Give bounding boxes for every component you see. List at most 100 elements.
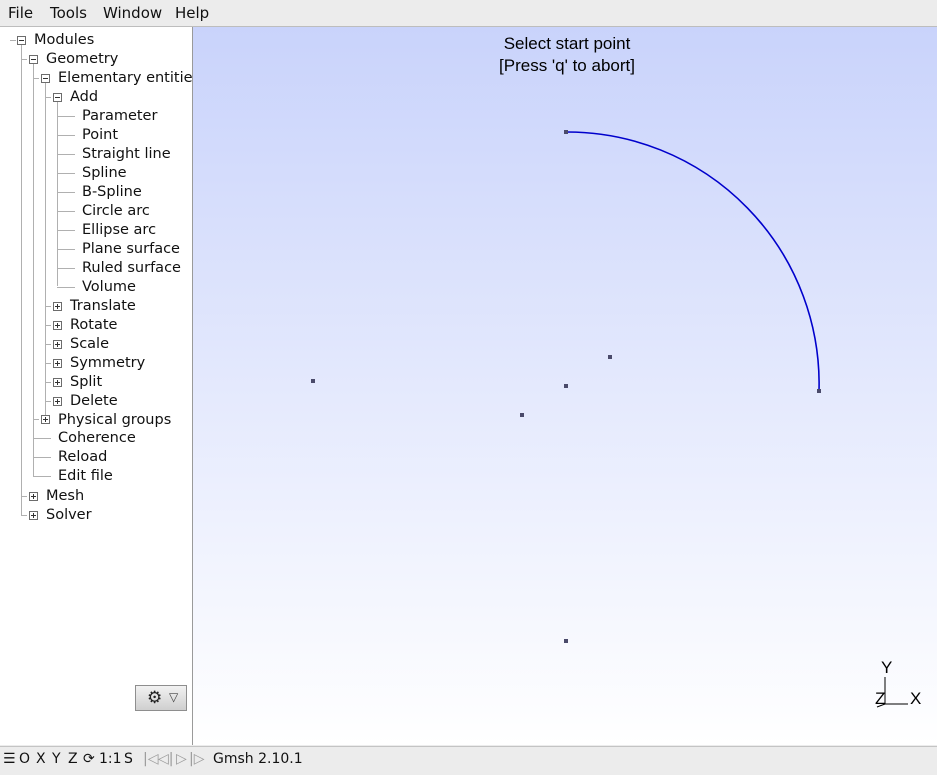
- geometry-point[interactable]: [564, 384, 568, 388]
- tree-line: [45, 344, 51, 345]
- tree-item-rotate[interactable]: Rotate: [70, 316, 117, 334]
- tree-item-mesh[interactable]: Mesh: [46, 487, 84, 505]
- tree-line: [45, 82, 46, 420]
- version-label: Gmsh 2.10.1: [213, 751, 303, 767]
- gear-icon: ⚙: [147, 688, 163, 708]
- geometry-point[interactable]: [311, 379, 315, 383]
- tree-item-circle-arc[interactable]: Circle arc: [82, 202, 150, 220]
- geometry-point[interactable]: [564, 130, 568, 134]
- tree-line: [33, 63, 34, 476]
- collapse-icon[interactable]: [53, 93, 62, 102]
- status-bar: ☰ O X Y Z ⟳ 1:1 S |◁ ◁| ▷ |▷ Gmsh 2.10.1: [0, 746, 937, 775]
- view-z-button[interactable]: Z: [68, 751, 78, 767]
- tree-line: [21, 59, 27, 60]
- menu-help[interactable]: Help: [175, 4, 209, 22]
- expand-icon[interactable]: [41, 415, 50, 424]
- tree-line: [57, 135, 75, 136]
- axis-z-label: Z: [875, 689, 885, 708]
- tree-item-split[interactable]: Split: [70, 373, 102, 391]
- expand-icon[interactable]: [53, 359, 62, 368]
- module-tree: Modules Geometry Elementary entities Add…: [0, 27, 193, 745]
- dropdown-triangle-icon: ▽: [169, 690, 179, 704]
- tree-item-add[interactable]: Add: [70, 88, 98, 106]
- collapse-icon[interactable]: [29, 55, 38, 64]
- tree-item-b-spline[interactable]: B-Spline: [82, 183, 142, 201]
- expand-icon[interactable]: [29, 511, 38, 520]
- view-o-button[interactable]: O: [19, 751, 30, 767]
- next-step-icon[interactable]: |▷: [189, 751, 204, 767]
- tree-line: [45, 97, 51, 98]
- tree-item-geometry[interactable]: Geometry: [46, 50, 118, 68]
- first-step-icon[interactable]: |◁: [143, 751, 158, 767]
- tree-item-delete[interactable]: Delete: [70, 392, 118, 410]
- tree-line: [45, 325, 51, 326]
- play-icon[interactable]: ▷: [176, 751, 187, 767]
- tree-item-straight-line[interactable]: Straight line: [82, 145, 171, 163]
- tree-item-point[interactable]: Point: [82, 126, 118, 144]
- tree-line: [45, 306, 51, 307]
- tree-line: [10, 40, 16, 41]
- circle-arc[interactable]: [565, 131, 820, 392]
- geometry-point[interactable]: [817, 389, 821, 393]
- expand-icon[interactable]: [29, 492, 38, 501]
- menu-tools[interactable]: Tools: [50, 4, 87, 22]
- tree-item-solver[interactable]: Solver: [46, 506, 92, 524]
- tree-item-ruled-surface[interactable]: Ruled surface: [82, 259, 181, 277]
- graphics-window[interactable]: Select start point [Press 'q' to abort] …: [193, 27, 937, 745]
- tree-line: [45, 363, 51, 364]
- tree-item-symmetry[interactable]: Symmetry: [70, 354, 145, 372]
- geometry-canvas[interactable]: Y Z X: [193, 27, 937, 745]
- expand-icon[interactable]: [53, 340, 62, 349]
- previous-step-icon[interactable]: ◁|: [158, 751, 173, 767]
- tree-item-scale[interactable]: Scale: [70, 335, 109, 353]
- tree-line: [21, 44, 22, 515]
- axis-x-label: X: [910, 689, 921, 708]
- tree-item-elementary-entities[interactable]: Elementary entities: [58, 69, 192, 87]
- tree-line: [33, 457, 51, 458]
- hamburger-menu-icon[interactable]: ☰: [3, 751, 16, 767]
- tree-line: [57, 211, 75, 212]
- tree-item-spline[interactable]: Spline: [82, 164, 127, 182]
- collapse-icon[interactable]: [17, 36, 26, 45]
- tree-line: [21, 515, 27, 516]
- geometry-point[interactable]: [608, 355, 612, 359]
- tree-line: [45, 401, 51, 402]
- expand-icon[interactable]: [53, 321, 62, 330]
- tree-item-volume[interactable]: Volume: [82, 278, 136, 296]
- menu-bar: File Tools Window Help: [0, 0, 937, 27]
- geometry-point[interactable]: [564, 639, 568, 643]
- tree-item-parameter[interactable]: Parameter: [82, 107, 157, 125]
- rotate-icon[interactable]: ⟳: [83, 751, 95, 767]
- options-menu-button[interactable]: ⚙ ▽: [135, 685, 187, 711]
- tree-item-translate[interactable]: Translate: [70, 297, 136, 315]
- menu-window[interactable]: Window: [103, 4, 162, 22]
- tree-line: [57, 230, 75, 231]
- tree-line: [57, 101, 58, 286]
- view-x-button[interactable]: X: [36, 751, 46, 767]
- tree-line: [57, 249, 75, 250]
- expand-icon[interactable]: [53, 302, 62, 311]
- tree-item-coherence[interactable]: Coherence: [58, 429, 136, 447]
- tree-line: [57, 116, 75, 117]
- collapse-icon[interactable]: [41, 74, 50, 83]
- view-y-button[interactable]: Y: [52, 751, 61, 767]
- tree-line: [57, 173, 75, 174]
- scale-1-1-button[interactable]: 1:1: [99, 751, 122, 767]
- tree-line: [33, 78, 39, 79]
- tree-item-ellipse-arc[interactable]: Ellipse arc: [82, 221, 156, 239]
- expand-icon[interactable]: [53, 397, 62, 406]
- tree-item-plane-surface[interactable]: Plane surface: [82, 240, 180, 258]
- geometry-point[interactable]: [520, 413, 524, 417]
- select-s-button[interactable]: S: [124, 751, 133, 767]
- expand-icon[interactable]: [53, 378, 62, 387]
- tree-line: [57, 287, 75, 288]
- tree-item-physical-groups[interactable]: Physical groups: [58, 411, 171, 429]
- tree-item-edit-file[interactable]: Edit file: [58, 467, 113, 485]
- tree-line: [33, 476, 51, 477]
- tree-item-modules[interactable]: Modules: [34, 31, 94, 49]
- tree-line: [21, 496, 27, 497]
- tree-line: [33, 438, 51, 439]
- menu-file[interactable]: File: [8, 4, 33, 22]
- tree-item-reload[interactable]: Reload: [58, 448, 107, 466]
- tree-line: [45, 382, 51, 383]
